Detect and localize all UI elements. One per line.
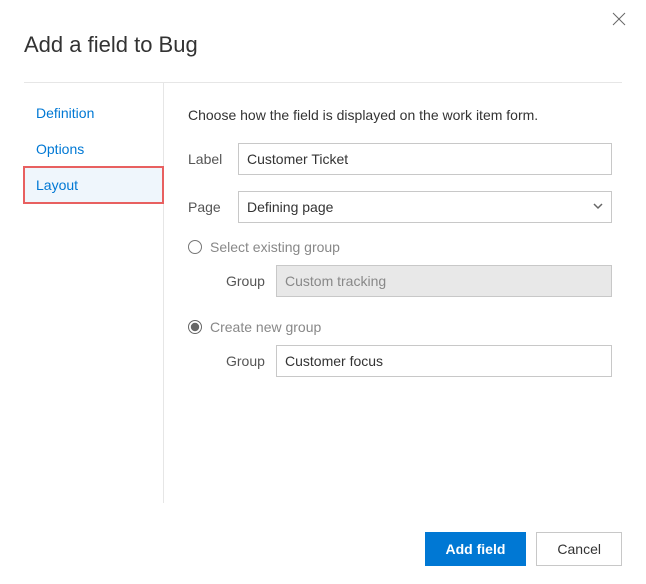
radio-existing-input[interactable] [188,240,202,254]
tab-label: Options [36,141,84,157]
page-select-value[interactable] [238,191,612,223]
page-select[interactable] [238,191,612,223]
radio-new-label: Create new group [210,319,321,335]
sidebar: Definition Options Layout [24,83,164,503]
existing-group-label: Group [226,273,276,289]
layout-pane: Choose how the field is displayed on the… [164,83,622,503]
tab-definition[interactable]: Definition [24,95,163,131]
tab-label: Definition [36,105,94,121]
dialog-title: Add a field to Bug [24,32,622,58]
dialog-add-field: Add a field to Bug Definition Options La… [0,0,646,584]
radio-new-input[interactable] [188,320,202,334]
row-new-group: Group [188,345,612,377]
label-input[interactable] [238,143,612,175]
dialog-body: Definition Options Layout Choose how the… [24,83,622,503]
dialog-footer: Add field Cancel [425,532,622,566]
row-page: Page [188,191,612,223]
row-existing-group: Group [188,265,612,297]
radio-existing-label: Select existing group [210,239,340,255]
close-button[interactable] [612,12,630,30]
intro-text: Choose how the field is displayed on the… [188,107,612,123]
tab-layout[interactable]: Layout [24,167,163,203]
add-field-button[interactable]: Add field [425,532,527,566]
tab-options[interactable]: Options [24,131,163,167]
radio-select-existing[interactable]: Select existing group [188,239,612,255]
new-group-input[interactable] [276,345,612,377]
close-icon [612,13,626,29]
row-label: Label [188,143,612,175]
radio-create-new[interactable]: Create new group [188,319,612,335]
new-group-label: Group [226,353,276,369]
label-label: Label [188,151,238,167]
cancel-button[interactable]: Cancel [536,532,622,566]
existing-group-input [276,265,612,297]
tab-label: Layout [36,177,78,193]
page-label: Page [188,199,238,215]
